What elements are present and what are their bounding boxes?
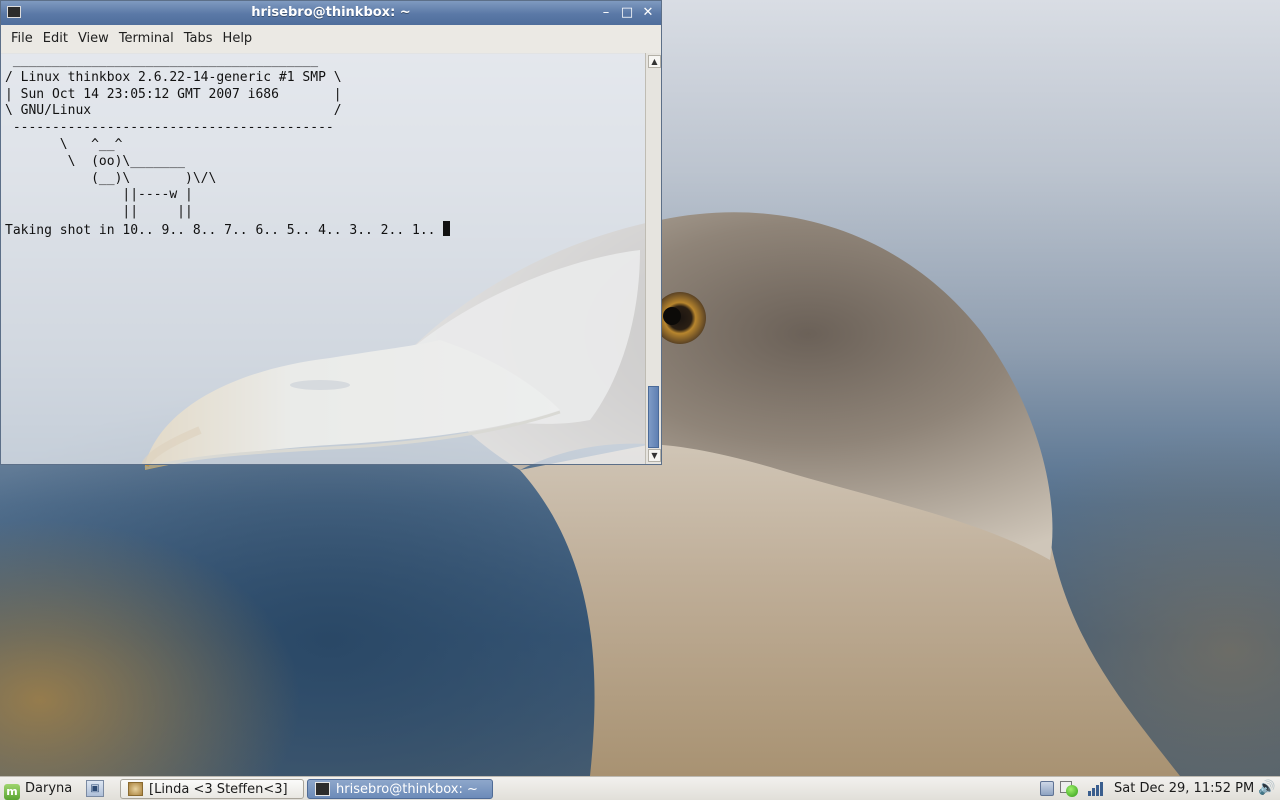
taskbar-item-image-viewer[interactable]: [Linda <3 Steffen<3]: [120, 779, 304, 799]
vertical-scrollbar[interactable]: ▲ ▼: [645, 53, 661, 464]
scrollbar-thumb[interactable]: [648, 386, 659, 448]
taskbar-item-terminal[interactable]: hrisebro@thinkbox: ~: [307, 779, 493, 799]
terminal-output[interactable]: _______________________________________ …: [1, 53, 645, 464]
terminal-line: ----------------------------------------…: [5, 120, 334, 136]
clock[interactable]: Sat Dec 29, 11:52 PM: [1114, 777, 1254, 800]
show-desktop-icon[interactable]: ▣: [86, 780, 104, 797]
menu-help[interactable]: Help: [218, 25, 258, 53]
maximize-button[interactable]: □: [618, 4, 636, 22]
close-button[interactable]: ✕: [639, 4, 657, 22]
menu-tabs[interactable]: Tabs: [179, 25, 218, 53]
terminal-line: | Sun Oct 14 23:05:12 GMT 2007 i686 |: [5, 86, 342, 102]
terminal-line: || ||: [5, 204, 193, 220]
terminal-line: ||----w |: [5, 187, 193, 203]
menu-file[interactable]: File: [6, 25, 38, 53]
terminal-icon: [315, 782, 330, 796]
image-viewer-icon: [128, 782, 143, 796]
network-status-icon[interactable]: [1060, 781, 1080, 797]
terminal-line: / Linux thinkbox 2.6.22-14-generic #1 SM…: [5, 69, 342, 85]
start-menu-label: Daryna: [25, 781, 73, 796]
taskbar-item-label: hrisebro@thinkbox: ~: [336, 782, 478, 797]
signal-bars-icon[interactable]: [1088, 781, 1104, 796]
scroll-down-arrow-icon[interactable]: ▼: [648, 449, 661, 462]
taskbar-item-label: [Linda <3 Steffen<3]: [149, 782, 288, 797]
clipboard-icon[interactable]: [1040, 781, 1054, 796]
text-cursor: [443, 220, 451, 236]
window-title: hrisebro@thinkbox: ~: [251, 5, 411, 20]
menu-edit[interactable]: Edit: [38, 25, 73, 53]
terminal-text-block: _______________________________________ …: [1, 53, 645, 240]
menu-bar: File Edit View Terminal Tabs Help: [1, 25, 661, 54]
terminal-line: _______________________________________: [5, 53, 319, 68]
window-titlebar[interactable]: hrisebro@thinkbox: ~ – □ ✕: [1, 1, 661, 25]
scroll-up-arrow-icon[interactable]: ▲: [648, 55, 661, 68]
start-menu-button[interactable]: m Daryna: [4, 779, 73, 800]
mint-logo-icon: m: [4, 784, 20, 800]
volume-icon[interactable]: 🔊: [1258, 781, 1276, 796]
terminal-line: \ GNU/Linux /: [5, 103, 342, 119]
terminal-line: \ (oo)\_______: [5, 153, 186, 169]
terminal-line: Taking shot in 10.. 9.. 8.. 7.. 6.. 5.. …: [5, 222, 444, 238]
taskbar: m Daryna ▣ [Linda <3 Steffen<3] hrisebro@…: [0, 776, 1280, 800]
terminal-window[interactable]: hrisebro@thinkbox: ~ – □ ✕ File Edit View T…: [0, 0, 662, 465]
terminal-line: (__)\ )\/\: [5, 170, 217, 186]
menu-terminal[interactable]: Terminal: [114, 25, 179, 53]
terminal-line: \ ^__^: [5, 136, 123, 152]
menu-view[interactable]: View: [73, 25, 114, 53]
minimize-button[interactable]: –: [597, 4, 615, 22]
